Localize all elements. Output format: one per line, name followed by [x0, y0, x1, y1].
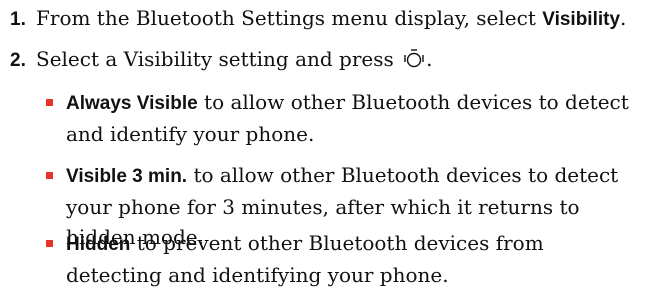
- option-label: Always Visible: [66, 93, 198, 114]
- step-text: Select a Visibility setting and press: [36, 47, 401, 71]
- bullet-square-icon: [46, 172, 53, 179]
- step-number: 2.: [10, 50, 26, 71]
- ok-key-icon: [403, 48, 425, 78]
- bullet-hidden: Hidden to prevent other Bluetooth device…: [46, 228, 641, 290]
- option-label: Visible 3 min.: [66, 166, 188, 187]
- step-1: 1. From the Bluetooth Settings menu displ…: [10, 3, 640, 35]
- bullet-always-visible: Always Visible to allow other Bluetooth …: [46, 87, 641, 149]
- step-number: 1.: [10, 9, 26, 30]
- bullet-square-icon: [46, 99, 53, 106]
- step-text: From the Bluetooth Settings menu display…: [36, 6, 543, 30]
- step-punctuation: .: [620, 6, 627, 30]
- menu-option-visibility: Visibility: [542, 9, 621, 30]
- step-punctuation: .: [426, 47, 433, 71]
- instruction-page: 1. From the Bluetooth Settings menu displ…: [0, 0, 654, 295]
- option-description: to prevent other Bluetooth devices from …: [66, 231, 544, 287]
- step-2: 2. Select a Visibility setting and press …: [10, 44, 640, 78]
- bullet-square-icon: [46, 240, 53, 247]
- option-label: Hidden: [66, 234, 131, 255]
